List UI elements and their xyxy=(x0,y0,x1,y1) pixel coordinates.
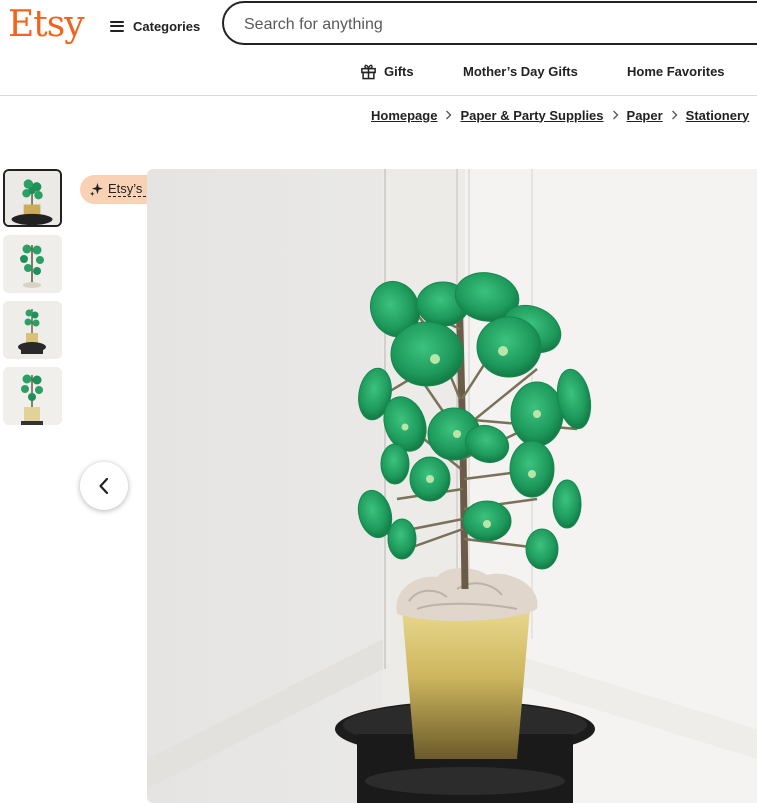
previous-image-button[interactable] xyxy=(80,462,128,510)
categories-button[interactable]: Categories xyxy=(110,16,200,36)
site-header: Etsy Categories Gifts Mother’s Day Gifts… xyxy=(0,0,757,96)
search-input[interactable] xyxy=(242,13,746,37)
nav-item-mothers-day-gifts[interactable]: Mother’s Day Gifts xyxy=(463,60,578,82)
chevron-left-icon xyxy=(99,477,109,495)
gift-icon xyxy=(361,64,376,79)
etsy-logo[interactable]: Etsy xyxy=(8,2,85,48)
thumbnail-image xyxy=(5,171,60,225)
breadcrumb: Homepage Paper & Party Supplies Paper St… xyxy=(371,106,757,124)
thumbnail-1[interactable] xyxy=(3,169,62,227)
nav-item-home-favorites[interactable]: Home Favorites xyxy=(627,60,725,82)
breadcrumb-paper-party-supplies[interactable]: Paper & Party Supplies xyxy=(460,108,603,123)
menu-icon xyxy=(110,20,124,32)
breadcrumb-stationery[interactable]: Stationery xyxy=(686,108,750,123)
sparkle-icon xyxy=(89,182,104,197)
chevron-right-icon xyxy=(446,110,452,120)
chevron-right-icon xyxy=(671,110,678,120)
thumbnail-3[interactable] xyxy=(3,301,62,359)
categories-label: Categories xyxy=(133,18,201,34)
nav-label-gifts: Gifts xyxy=(384,63,414,79)
listing-photo xyxy=(147,169,757,803)
thumbnail-4[interactable] xyxy=(3,367,62,425)
nav-item-gifts[interactable]: Gifts xyxy=(360,60,414,82)
main-listing-image[interactable] xyxy=(147,169,757,803)
search-box[interactable] xyxy=(222,1,757,45)
thumbnail-image xyxy=(3,301,62,359)
thumbnail-image xyxy=(3,235,62,293)
top-nav: Gifts Mother’s Day Gifts Home Favorites xyxy=(0,60,757,84)
breadcrumb-homepage[interactable]: Homepage xyxy=(371,108,437,123)
chevron-right-icon xyxy=(612,110,619,120)
thumbnail-2[interactable] xyxy=(3,235,62,293)
thumbnail-image xyxy=(3,367,62,425)
breadcrumb-paper[interactable]: Paper xyxy=(627,108,663,123)
